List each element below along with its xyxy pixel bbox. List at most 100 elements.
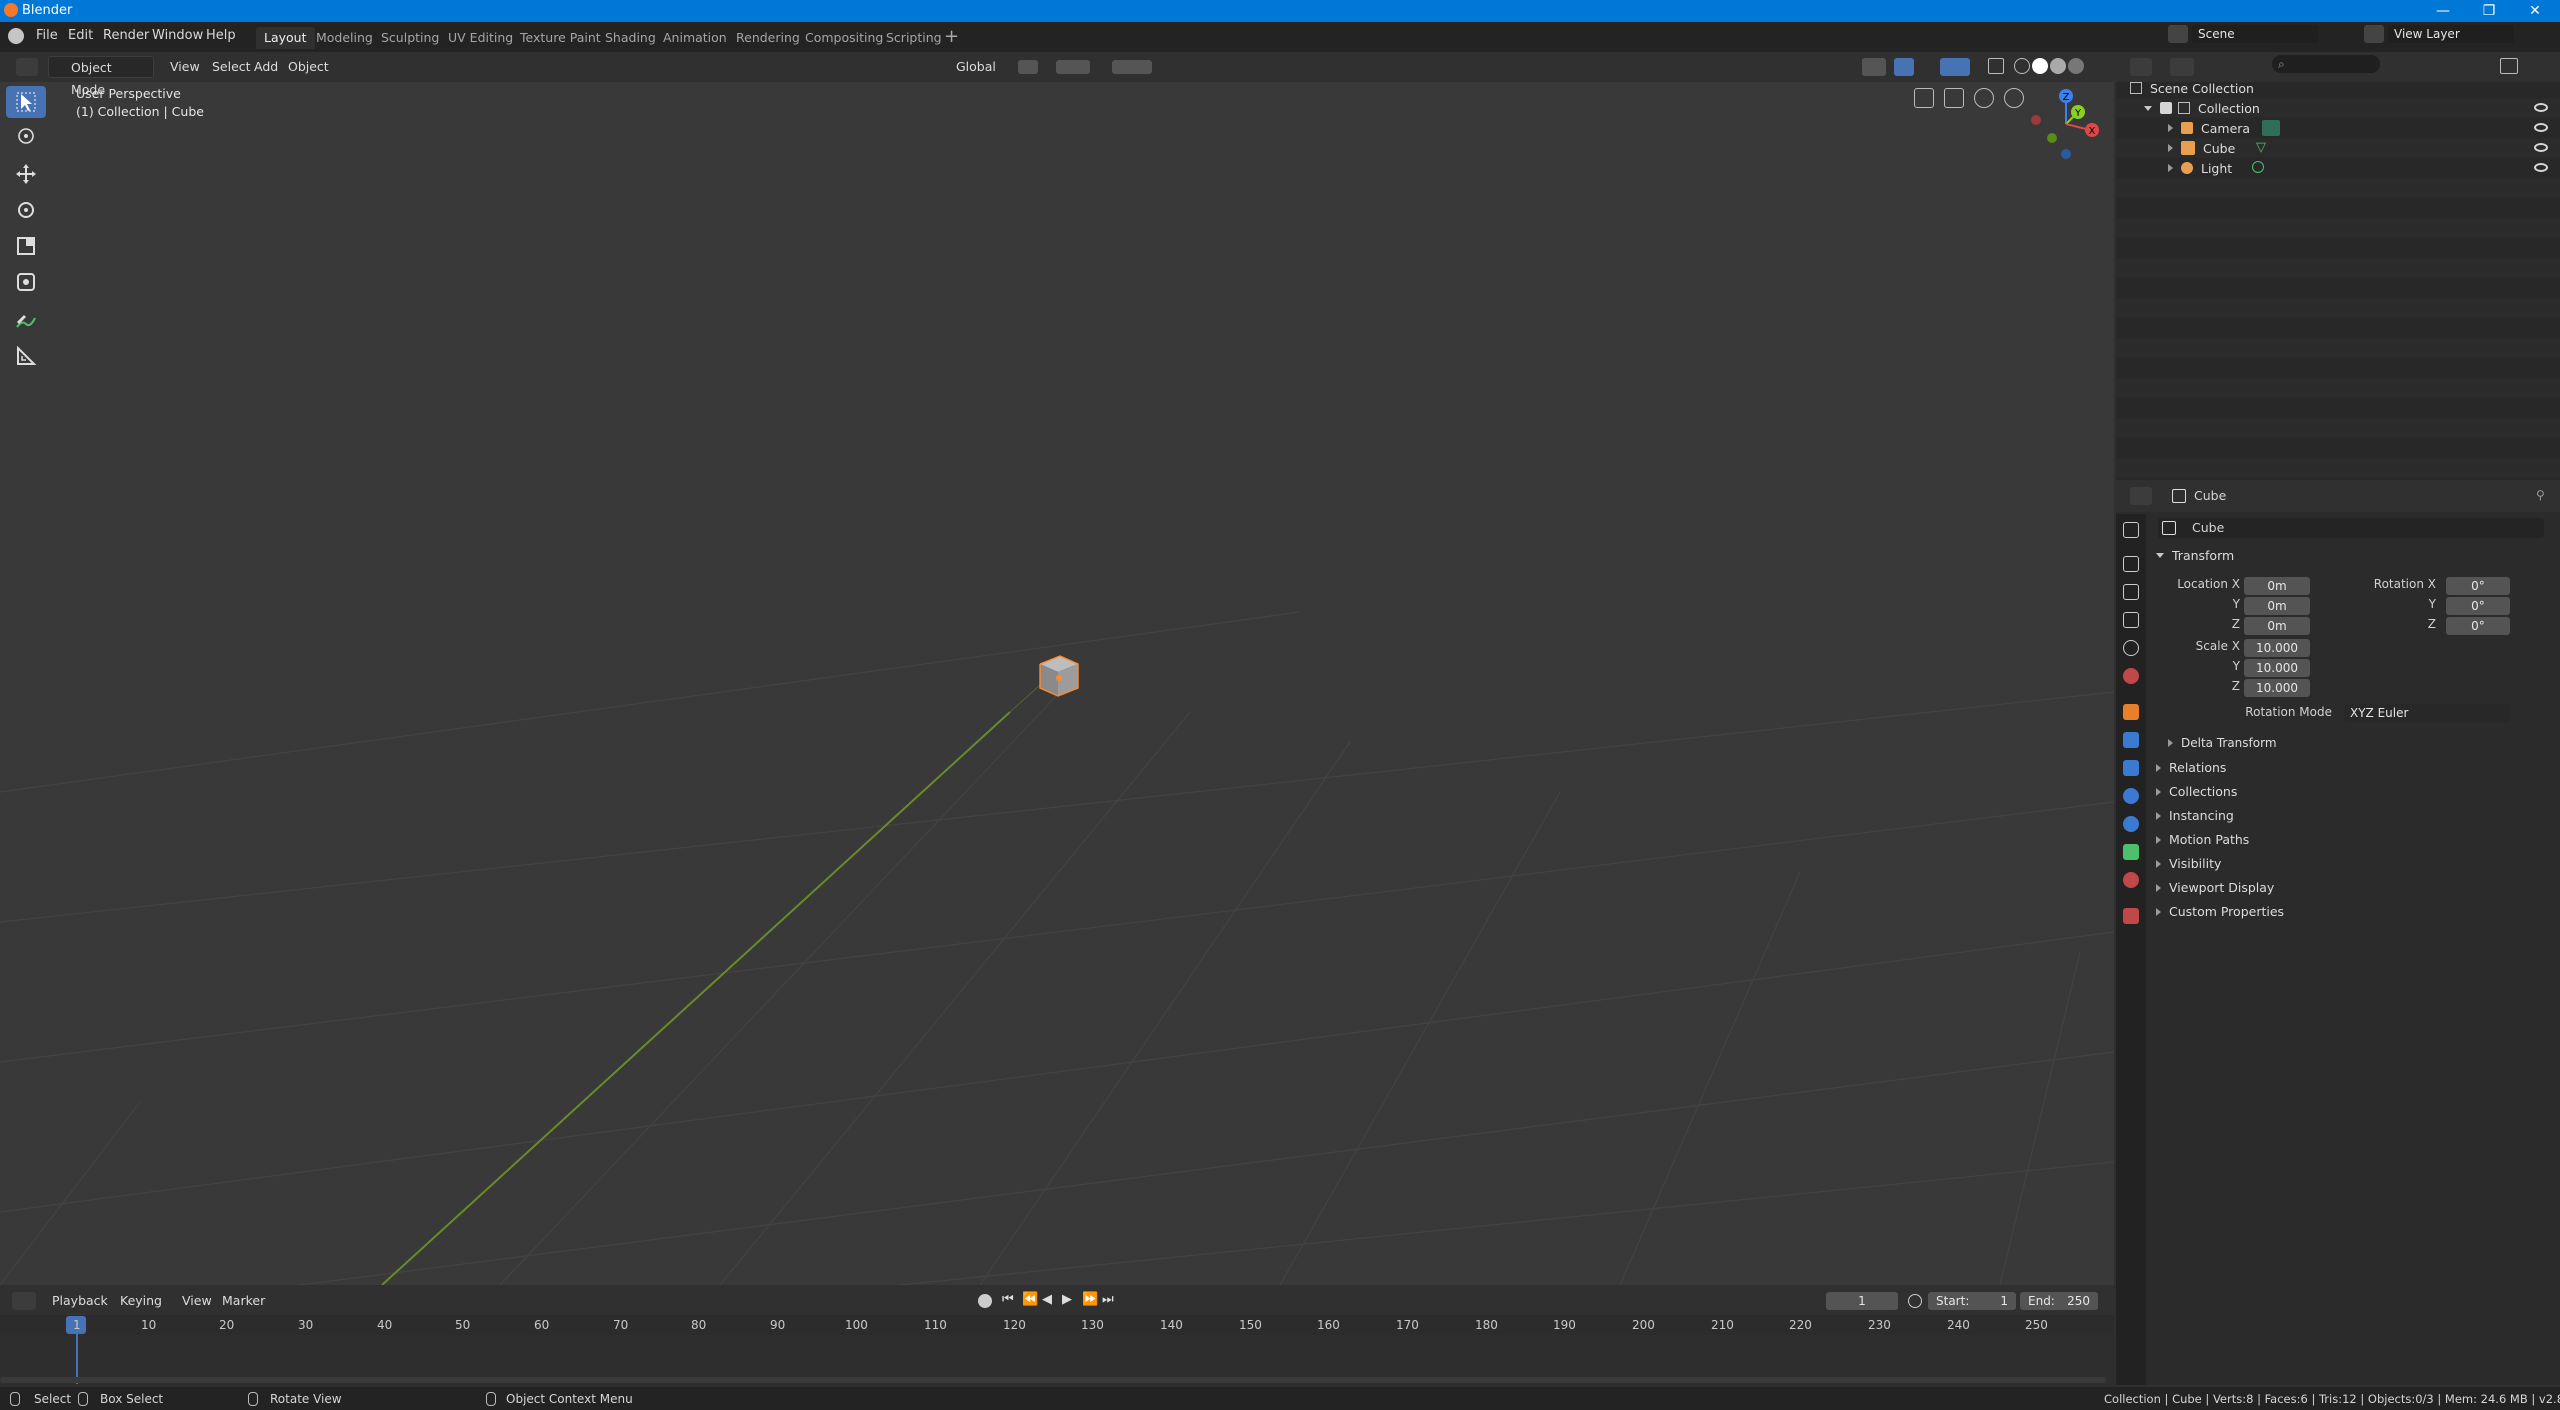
scene-name-field[interactable]: Scene: [2192, 25, 2318, 43]
pivot-point-icon[interactable]: [1018, 60, 1038, 74]
maximize-button[interactable]: ❐: [2466, 0, 2512, 22]
delta-transform-header[interactable]: Delta Transform: [2168, 736, 2277, 750]
collection-visibility-icon[interactable]: [2534, 103, 2548, 112]
play-icon[interactable]: ▶: [1062, 1292, 1072, 1307]
scene-properties-icon[interactable]: [2123, 640, 2139, 656]
motion-paths-panel-header[interactable]: Motion Paths: [2156, 832, 2249, 847]
visibility-icon[interactable]: [1862, 58, 1886, 76]
scale-y-field[interactable]: 10.000: [2244, 659, 2310, 677]
viewport-menu-view[interactable]: View: [164, 56, 206, 78]
wireframe-shading-icon[interactable]: [2014, 58, 2030, 74]
object-properties-icon[interactable]: [2123, 704, 2139, 720]
rotation-mode-dropdown[interactable]: XYZ Euler: [2344, 704, 2510, 722]
display-mode-icon[interactable]: [2170, 58, 2194, 76]
expand-camera-icon[interactable]: [2168, 124, 2173, 132]
tab-texture-paint[interactable]: Texture Paint: [512, 27, 609, 49]
close-button[interactable]: ✕: [2512, 0, 2558, 22]
jump-keyframe-back-icon[interactable]: ⏪: [1022, 1292, 1038, 1307]
constraints-properties-icon[interactable]: [2123, 816, 2139, 832]
proportional-editing-icon[interactable]: [1112, 60, 1152, 74]
scale-z-field[interactable]: 10.000: [2244, 679, 2310, 697]
editor-type-icon[interactable]: [16, 58, 38, 76]
viewport-menu-object[interactable]: Object: [282, 56, 335, 78]
tab-modeling[interactable]: Modeling: [308, 27, 381, 49]
rotation-z-field[interactable]: 0°: [2446, 617, 2510, 635]
3d-viewport[interactable]: [0, 52, 2114, 1285]
solid-shading-icon[interactable]: [2032, 58, 2048, 74]
cube-visibility-icon[interactable]: [2534, 143, 2548, 152]
viewport-menu-add[interactable]: Add: [248, 56, 284, 78]
start-frame-field[interactable]: Start: 1: [1928, 1292, 2016, 1310]
menu-render[interactable]: Render: [103, 28, 149, 43]
navigation-gizmo[interactable]: Z Y X: [2020, 86, 2100, 166]
add-workspace-icon[interactable]: +: [944, 26, 959, 47]
outliner-item-light[interactable]: Light: [2116, 158, 2560, 178]
data-properties-icon[interactable]: [2123, 844, 2139, 860]
outliner-search-input[interactable]: [2272, 55, 2380, 73]
light-data-icon[interactable]: [2252, 161, 2264, 173]
tool-properties-icon[interactable]: [2123, 522, 2139, 538]
timeline-editor-type-icon[interactable]: [12, 1292, 36, 1310]
outliner-item-camera[interactable]: Camera: [2116, 118, 2560, 138]
material-properties-icon[interactable]: [2123, 872, 2139, 888]
scene-selector-icon[interactable]: [2168, 25, 2188, 43]
blender-menu-icon[interactable]: [8, 28, 24, 44]
cursor-tool[interactable]: [6, 120, 46, 152]
modifier-properties-icon[interactable]: [2123, 732, 2139, 748]
scale-tool[interactable]: [6, 230, 46, 262]
tab-sculpting[interactable]: Sculpting: [373, 27, 447, 49]
location-y-field[interactable]: 0m: [2244, 597, 2310, 615]
relations-panel-header[interactable]: Relations: [2156, 760, 2226, 775]
jump-keyframe-forward-icon[interactable]: ⏩: [1082, 1292, 1098, 1307]
properties-editor-type-icon[interactable]: [2130, 487, 2152, 505]
transform-panel-header[interactable]: Transform: [2156, 548, 2234, 563]
outliner-item-cube[interactable]: Cube ▽: [2116, 138, 2560, 158]
camera-data-icon[interactable]: [2262, 120, 2280, 136]
texture-properties-icon[interactable]: [2123, 908, 2139, 924]
tab-rendering[interactable]: Rendering: [728, 27, 808, 49]
tab-shading[interactable]: Shading: [597, 27, 664, 49]
orientation-dropdown[interactable]: Global: [934, 56, 1002, 78]
filter-icon[interactable]: [2500, 58, 2518, 74]
mesh-data-icon[interactable]: ▽: [2256, 140, 2266, 155]
current-frame-field[interactable]: 1: [1826, 1292, 1898, 1310]
physics-properties-icon[interactable]: [2123, 788, 2139, 804]
outliner-collection[interactable]: Collection: [2116, 98, 2560, 118]
particles-properties-icon[interactable]: [2123, 760, 2139, 776]
menu-file[interactable]: File: [36, 28, 58, 43]
timeline-menu-marker[interactable]: Marker: [216, 1290, 271, 1312]
instancing-panel-header[interactable]: Instancing: [2156, 808, 2234, 823]
expand-cube-icon[interactable]: [2168, 144, 2173, 152]
location-x-field[interactable]: 0m: [2244, 577, 2310, 595]
timeline-menu-keying[interactable]: Keying: [114, 1290, 168, 1312]
tab-layout[interactable]: Layout: [256, 27, 315, 49]
preview-range-icon[interactable]: [1908, 1294, 1922, 1308]
measure-tool[interactable]: [6, 340, 46, 372]
tab-uv-editing[interactable]: UV Editing: [440, 27, 521, 49]
object-mode-dropdown[interactable]: Object Mode: [48, 56, 154, 97]
rendered-shading-icon[interactable]: [2068, 58, 2084, 74]
snap-icon[interactable]: [1056, 60, 1090, 74]
location-z-field[interactable]: 0m: [2244, 617, 2310, 635]
collection-checkbox[interactable]: [2160, 102, 2172, 114]
timeline-menu-playback[interactable]: Playback: [46, 1290, 114, 1312]
world-properties-icon[interactable]: [2123, 668, 2139, 684]
record-icon[interactable]: [978, 1294, 992, 1308]
material-shading-icon[interactable]: [2050, 58, 2066, 74]
object-name-field[interactable]: Cube: [2192, 520, 2224, 535]
jump-start-icon[interactable]: ⏮: [1002, 1292, 1014, 1307]
outliner-scene-collection[interactable]: Scene Collection: [2116, 78, 2560, 98]
overlays-toggle-icon[interactable]: [1940, 58, 1970, 76]
rotation-y-field[interactable]: 0°: [2446, 597, 2510, 615]
light-visibility-icon[interactable]: [2534, 163, 2548, 172]
jump-end-icon[interactable]: ⏭: [1102, 1292, 1114, 1307]
tab-scripting[interactable]: Scripting: [878, 27, 950, 49]
timeline-menu-view[interactable]: View: [176, 1290, 218, 1312]
outliner-editor-type-icon[interactable]: [2130, 58, 2152, 76]
rotation-x-field[interactable]: 0°: [2446, 577, 2510, 595]
play-reverse-icon[interactable]: ◀: [1042, 1292, 1052, 1307]
menu-help[interactable]: Help: [206, 28, 236, 43]
custom-properties-panel-header[interactable]: Custom Properties: [2156, 904, 2284, 919]
menu-edit[interactable]: Edit: [68, 28, 93, 43]
transform-tool[interactable]: [6, 266, 46, 298]
